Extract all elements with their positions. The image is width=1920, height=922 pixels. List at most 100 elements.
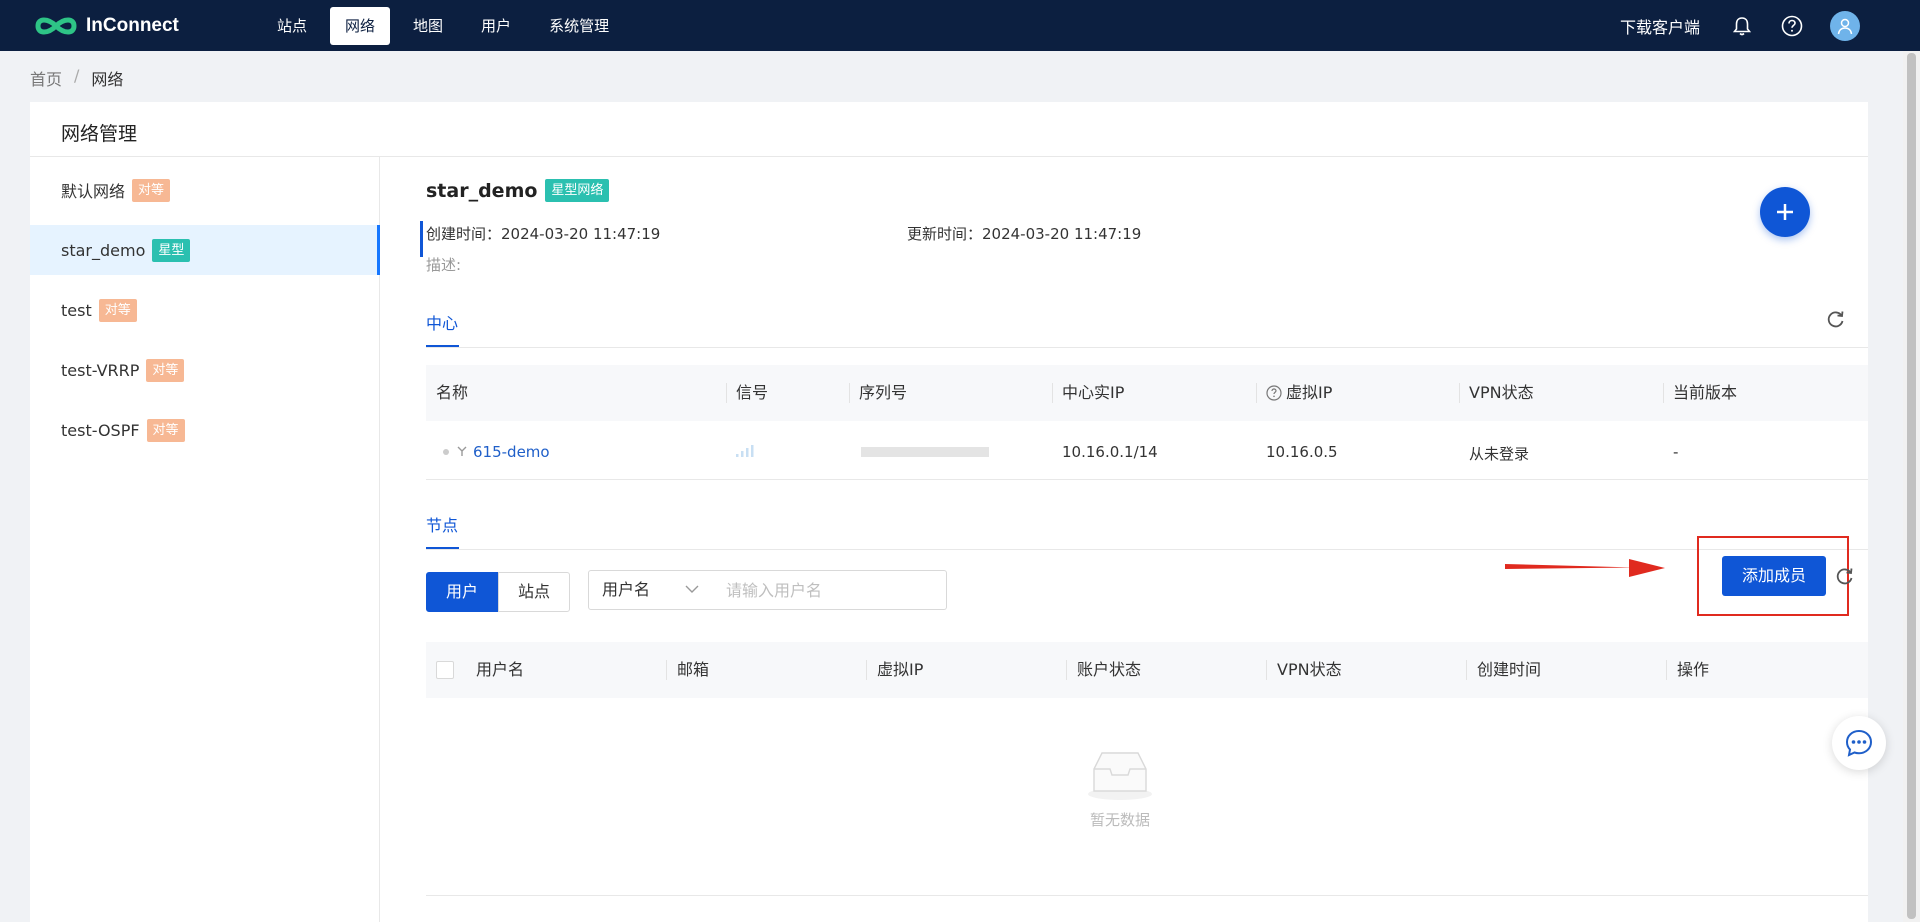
network-item-name: 默认网络 (61, 182, 126, 201)
annotation-arrow-icon (1505, 559, 1665, 577)
refresh-icon[interactable] (1826, 309, 1846, 329)
created-time: 创建时间：2024-03-20 11:47:19 (426, 225, 661, 243)
network-item-test-ospf[interactable]: test-OSPF 对等 (30, 405, 380, 455)
username-search-input[interactable] (711, 570, 947, 610)
top-navbar: InConnect 站点 网络 地图 用户 系统管理 下载客户端 (0, 0, 1920, 51)
nav-item-system[interactable]: 系统管理 (534, 7, 624, 45)
page-title: 网络管理 (61, 123, 138, 145)
column-header: 序列号 (859, 383, 908, 402)
serial-redacted (861, 447, 989, 457)
center-name-link[interactable]: 615-demo (473, 443, 550, 461)
network-list: 默认网络 对等 star_demo 星型 test 对等 test-VRRP 对… (30, 157, 380, 922)
chat-bubble-icon (1845, 729, 1873, 757)
refresh-icon[interactable] (1835, 566, 1855, 586)
top-right-actions: 下载客户端 (1620, 10, 1860, 42)
user-icon (1837, 18, 1853, 35)
column-header: 用户名 (476, 660, 525, 679)
center-vpn-status: 从未登录 (1469, 445, 1530, 463)
network-item-name: test-OSPF (61, 420, 140, 440)
column-separator (1266, 660, 1267, 680)
tab-divider (426, 549, 1868, 550)
main-nav: 站点 网络 地图 用户 系统管理 (262, 7, 632, 45)
column-header: 操作 (1677, 660, 1710, 679)
tab-nodes[interactable]: 节点 (426, 512, 458, 536)
column-header: 当前版本 (1673, 383, 1738, 402)
network-item-name: star_demo (61, 240, 146, 260)
nav-item-users[interactable]: 用户 (466, 7, 526, 45)
center-version: - (1673, 443, 1679, 461)
chevron-down-icon (685, 585, 699, 593)
network-item-name: test (61, 300, 92, 320)
column-separator (1066, 660, 1067, 680)
column-header: 创建时间 (1477, 660, 1542, 679)
row-divider (426, 479, 1868, 480)
signal-icon (736, 445, 754, 457)
brand-name: InConnect (86, 15, 179, 36)
network-item-test[interactable]: test 对等 (30, 285, 380, 335)
user-avatar[interactable] (1830, 11, 1860, 41)
network-item-star-demo[interactable]: star_demo 星型 (30, 225, 380, 275)
page-scrollbar[interactable] (1903, 51, 1920, 922)
help-icon[interactable] (1780, 14, 1804, 38)
column-header: 账户状态 (1077, 660, 1142, 679)
network-item-default[interactable]: 默认网络 对等 (30, 165, 380, 215)
center-real-ip: 10.16.0.1/14 (1062, 443, 1158, 461)
router-icon (457, 446, 467, 456)
network-type-tag: 对等 (146, 358, 185, 382)
network-type-tag: 星型 (152, 238, 191, 262)
tab-center[interactable]: 中心 (426, 310, 458, 334)
column-separator (1663, 383, 1664, 403)
segment-users[interactable]: 用户 (426, 572, 498, 612)
network-type-tag: 对等 (98, 298, 137, 322)
filter-field-value: 用户名 (602, 580, 651, 599)
column-separator (1256, 383, 1257, 403)
nodes-table-header: 用户名 邮箱 虚拟IP 账户状态 VPN状态 创建时间 操作 (426, 642, 1868, 698)
column-header: 名称 (436, 383, 469, 402)
column-separator (1666, 660, 1667, 680)
empty-inbox-icon (1088, 752, 1152, 800)
network-type-tag: 对等 (146, 418, 185, 442)
network-item-test-vrrp[interactable]: test-VRRP 对等 (30, 345, 380, 395)
network-type-tag: 对等 (132, 178, 171, 202)
empty-state: 暂无数据 (1075, 747, 1165, 830)
description: 描述: (426, 256, 462, 274)
column-separator (866, 660, 867, 680)
breadcrumb-separator: / (74, 66, 80, 85)
network-name: star_demo (426, 179, 538, 202)
network-title: star_demo 星型网络 (426, 179, 610, 202)
nav-item-network[interactable]: 网络 (330, 7, 391, 45)
status-dot (443, 449, 449, 455)
center-table-header: 名称 信号 序列号 中心实IP 虚拟IP VPN状态 当前版本 (426, 365, 1868, 421)
bell-icon[interactable] (1730, 14, 1754, 38)
empty-text: 暂无数据 (1089, 811, 1150, 829)
table-bottom-divider (426, 895, 1868, 896)
breadcrumb-home[interactable]: 首页 (30, 66, 62, 90)
network-item-name: test-VRRP (61, 360, 140, 380)
column-separator (1459, 383, 1460, 403)
column-separator (849, 383, 850, 403)
chat-support-button[interactable] (1832, 716, 1886, 770)
nav-item-sites[interactable]: 站点 (262, 7, 322, 45)
filter-field-select[interactable]: 用户名 (588, 570, 712, 610)
column-separator (666, 660, 667, 680)
column-header: 虚拟IP (1286, 383, 1333, 402)
updated-time: 更新时间：2024-03-20 11:47:19 (907, 225, 1142, 243)
logo-icon (35, 17, 77, 35)
network-detail: star_demo 星型网络 创建时间：2024-03-20 11:47:19 … (395, 157, 1868, 922)
scrollbar-thumb[interactable] (1907, 53, 1916, 919)
tab-divider (426, 347, 1868, 348)
nav-item-map[interactable]: 地图 (398, 7, 458, 45)
breadcrumb: 首页 / 网络 (30, 66, 123, 90)
column-separator (1052, 383, 1053, 403)
column-separator (1466, 660, 1467, 680)
column-header: 虚拟IP (877, 660, 924, 679)
column-header: 中心实IP (1062, 383, 1125, 402)
column-separator (726, 383, 727, 403)
add-member-button[interactable]: 添加成员 (1722, 556, 1826, 596)
network-type-badge: 星型网络 (545, 179, 610, 202)
select-all-checkbox[interactable] (436, 661, 454, 679)
help-circle-icon[interactable] (1266, 385, 1282, 401)
segment-sites[interactable]: 站点 (498, 572, 570, 612)
download-client-link[interactable]: 下载客户端 (1620, 14, 1700, 38)
brand-logo[interactable]: InConnect (34, 12, 179, 40)
